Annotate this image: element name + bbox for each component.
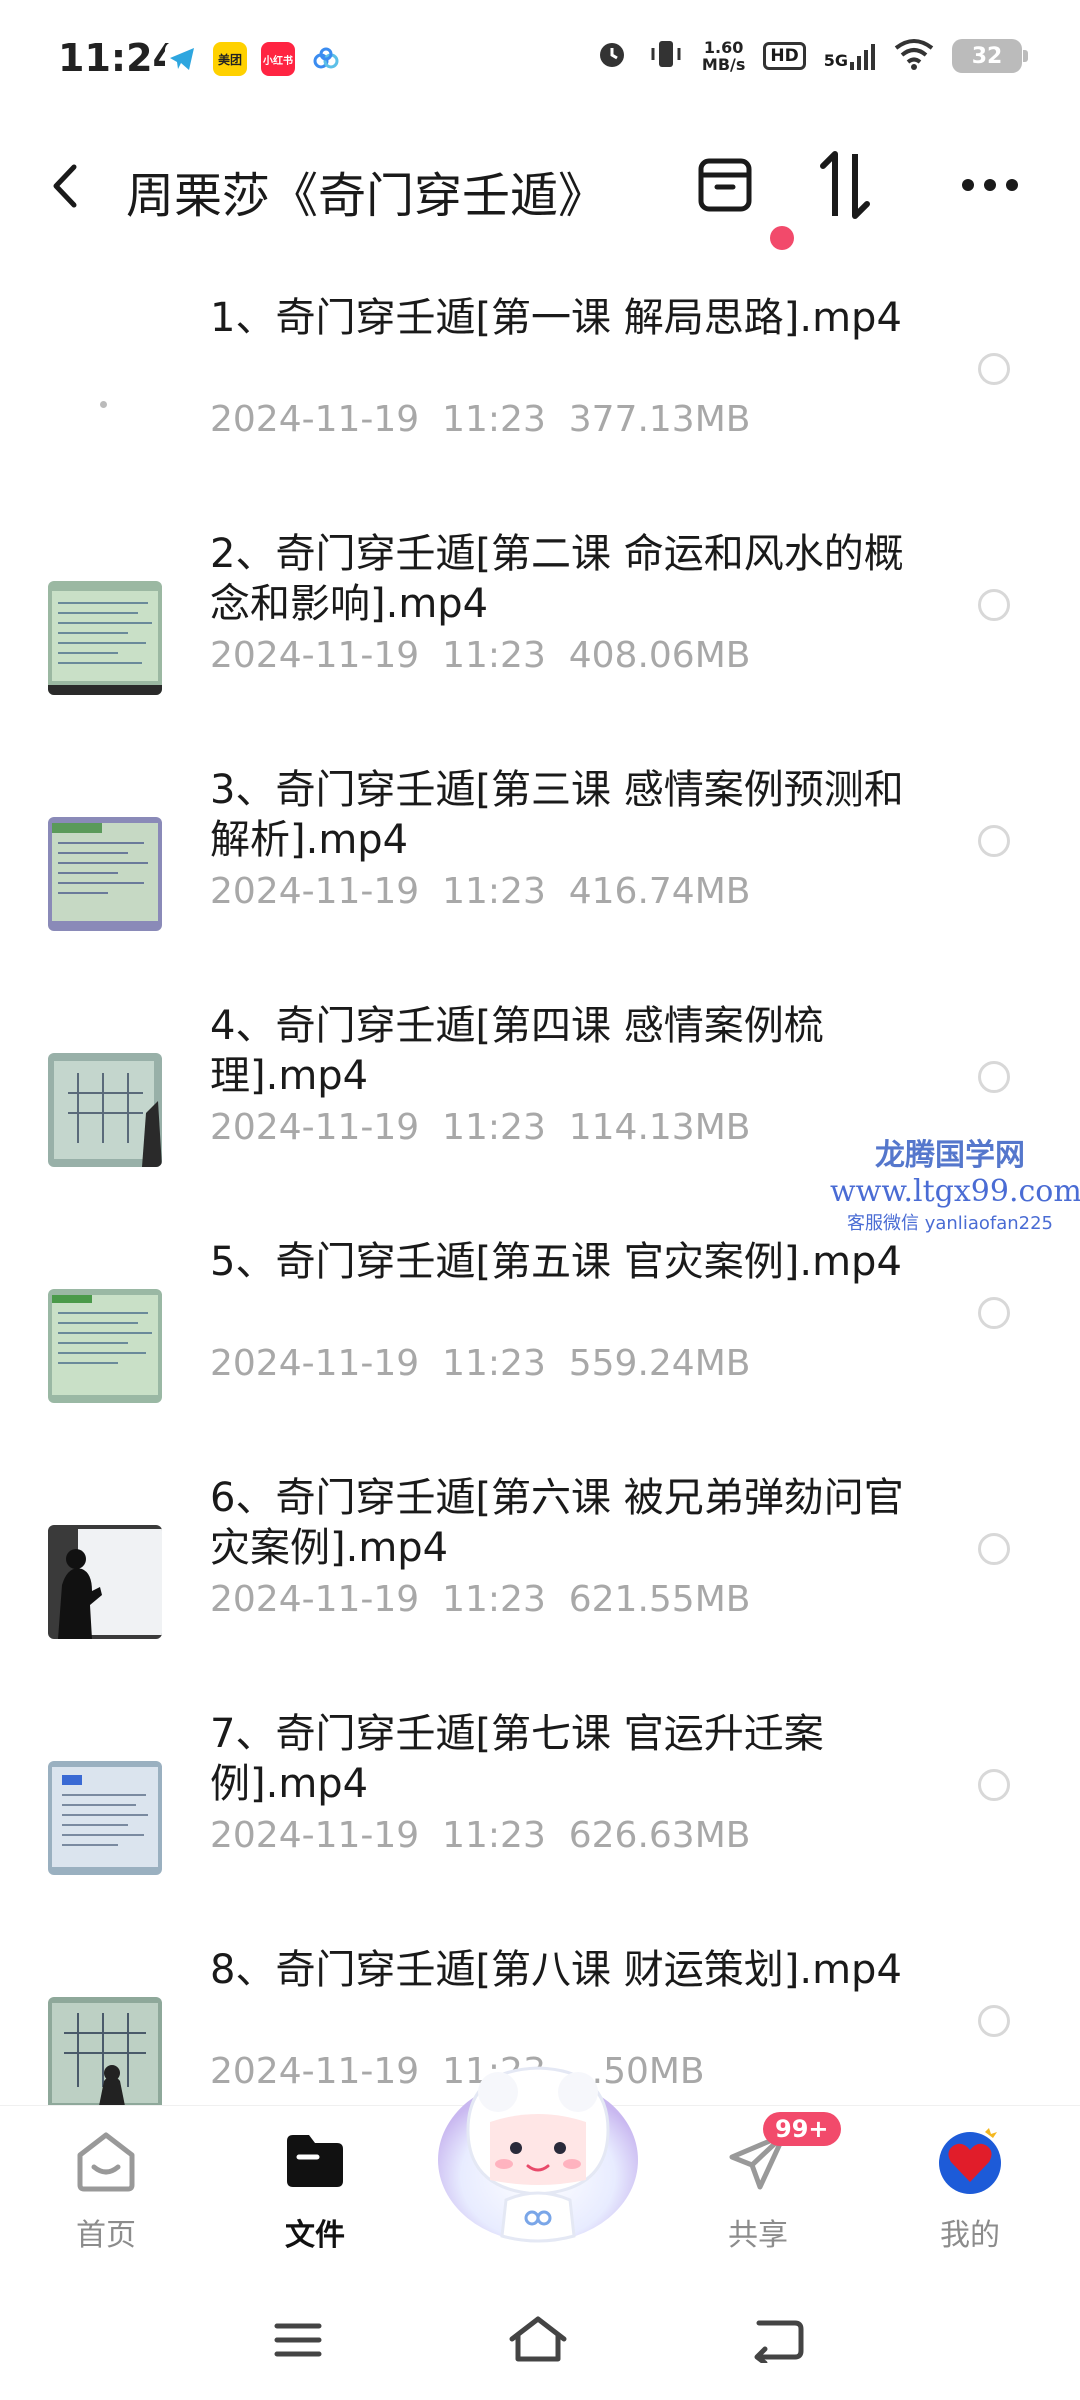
video-thumbnail [48, 1053, 162, 1167]
alarm-icon [594, 36, 630, 76]
hd-badge: HD [763, 42, 806, 70]
file-meta: 2024-11-19 11:23 408.06MB [210, 635, 751, 676]
paper-plane-icon: 99+ [723, 2112, 841, 2196]
sort-button[interactable] [800, 140, 890, 230]
network-speed: 1.60 MB/s [701, 38, 746, 74]
file-name: 4、奇门穿壬遁[第四课 感情案例梳理].mp4 [210, 1003, 824, 1099]
more-options-button[interactable] [945, 140, 1035, 230]
vibrate-icon [648, 36, 684, 76]
file-row[interactable]: 1、奇门穿壬遁[第一课 解局思路].mp4 2024-11-19 11:23 3… [0, 275, 1080, 511]
file-name: 6、奇门穿壬遁[第六课 被兄弟弹劾问官灾案例].mp4 [210, 1475, 904, 1571]
video-thumbnail [48, 1761, 162, 1875]
nav-mine-label: 我的 [940, 2218, 1000, 2253]
wifi-icon [894, 38, 934, 74]
system-nav-bar [0, 2280, 1080, 2400]
folder-icon [280, 2126, 350, 2196]
home-icon [71, 2126, 141, 2196]
home-button[interactable] [498, 2300, 578, 2380]
file-meta: 2024-11-19 11:23 416.74MB [210, 871, 751, 912]
file-meta: 2024-11-19 11:23 377.13MB [210, 399, 751, 440]
header: 周栗莎《奇门穿壬遁》 [0, 120, 1080, 260]
select-checkbox[interactable] [978, 825, 1010, 857]
select-checkbox[interactable] [978, 1533, 1010, 1565]
back-arrow-icon [754, 2320, 804, 2363]
nav-share-label: 共享 [728, 2218, 788, 2253]
back-nav-button[interactable] [738, 2300, 818, 2380]
file-row[interactable]: 3、奇门穿壬遁[第三课 感情案例预测和解析].mp4 2024-11-19 11… [0, 747, 1080, 983]
transfer-list-button[interactable] [680, 140, 770, 230]
video-thumbnail [48, 1997, 162, 2105]
file-meta: 2024-11-19 11:23 626.63MB [210, 1815, 751, 1856]
watermark-line-3: 客服微信 yanliaofan225 [847, 1213, 1053, 1234]
file-meta: 2024-11-19 11:23 621.55MB [210, 1579, 751, 1620]
page-title: 周栗莎《奇门穿壬遁》 [126, 168, 607, 224]
video-thumbnail [48, 581, 162, 695]
signal-5g-icon: 5G [824, 42, 876, 70]
notification-dot [770, 226, 794, 250]
baidu-netdisk-icon [309, 42, 343, 76]
file-name: 5、奇门穿壬遁[第五课 官灾案例].mp4 [210, 1239, 902, 1285]
file-name: 3、奇门穿壬遁[第三课 感情案例预测和解析].mp4 [210, 767, 904, 863]
status-bar: 11:24 美团 小红书 1.60 MB/s HD 5G 32 [0, 0, 1080, 120]
watermark-line-2: www.ltgx99.com [830, 1174, 1080, 1209]
recent-apps-button[interactable] [258, 2300, 338, 2380]
file-meta: 2024-11-19 11:23 114.13MB [210, 1107, 751, 1148]
file-name: 2、奇门穿壬遁[第二课 命运和风水的概念和影响].mp4 [210, 531, 904, 627]
select-checkbox[interactable] [978, 353, 1010, 385]
select-checkbox[interactable] [978, 589, 1010, 621]
select-checkbox[interactable] [978, 1297, 1010, 1329]
file-name: 8、奇门穿壬遁[第八课 财运策划].mp4 [210, 1947, 902, 1993]
nav-mine[interactable]: 我的 [900, 2126, 1040, 2266]
select-checkbox[interactable] [978, 2005, 1010, 2037]
file-row[interactable]: 6、奇门穿壬遁[第六课 被兄弟弹劾问官灾案例].mp4 2024-11-19 1… [0, 1455, 1080, 1691]
xiaohongshu-icon: 小红书 [261, 42, 295, 76]
meituan-icon: 美团 [213, 42, 247, 76]
select-checkbox[interactable] [978, 1061, 1010, 1093]
file-row[interactable]: 5、奇门穿壬遁[第五课 官灾案例].mp4 2024-11-19 11:23 5… [0, 1219, 1080, 1455]
watermark: 龙腾国学网 www.ltgx99.com 客服微信 yanliaofan225 [830, 1130, 1080, 1235]
back-button[interactable] [46, 146, 106, 226]
home-outline-icon [509, 2316, 567, 2362]
battery-indicator: 32 [952, 39, 1028, 73]
status-time: 11:24 [58, 36, 179, 80]
telegram-icon [165, 42, 199, 76]
nav-home[interactable]: 首页 [36, 2126, 176, 2266]
menu-icon [274, 2323, 322, 2357]
status-indicators: 1.60 MB/s HD 5G 32 [594, 36, 1028, 76]
sort-icon [820, 151, 870, 219]
inbox-icon [698, 158, 752, 212]
video-thumbnail [48, 1525, 162, 1639]
video-thumbnail [48, 817, 162, 931]
more-horizontal-icon [962, 179, 1018, 191]
chevron-left-icon [53, 164, 77, 208]
nav-files[interactable]: 文件 [245, 2126, 385, 2266]
file-row[interactable]: 7、奇门穿壬遁[第七课 官运升迁案例].mp4 2024-11-19 11:23… [0, 1691, 1080, 1927]
video-thumbnail [48, 1289, 162, 1403]
watermark-line-1: 龙腾国学网 [875, 1138, 1025, 1173]
file-meta: 2024-11-19 11:23 559.24MB [210, 1343, 751, 1384]
select-checkbox[interactable] [978, 1769, 1010, 1801]
file-row[interactable]: 2、奇门穿壬遁[第二课 命运和风水的概念和影响].mp4 2024-11-19 … [0, 511, 1080, 747]
file-name: 7、奇门穿壬遁[第七课 官运升迁案例].mp4 [210, 1711, 824, 1807]
share-badge: 99+ [763, 2112, 841, 2146]
nav-home-label: 首页 [76, 2218, 136, 2253]
avatar [935, 2126, 1005, 2196]
status-app-icons: 美团 小红书 [165, 42, 343, 76]
nav-share[interactable]: 99+ 共享 [688, 2112, 841, 2266]
assistant-mascot-button[interactable] [428, 2040, 648, 2250]
video-thumbnail [48, 345, 162, 459]
file-name: 1、奇门穿壬遁[第一课 解局思路].mp4 [210, 295, 902, 341]
nav-files-label: 文件 [285, 2218, 345, 2253]
